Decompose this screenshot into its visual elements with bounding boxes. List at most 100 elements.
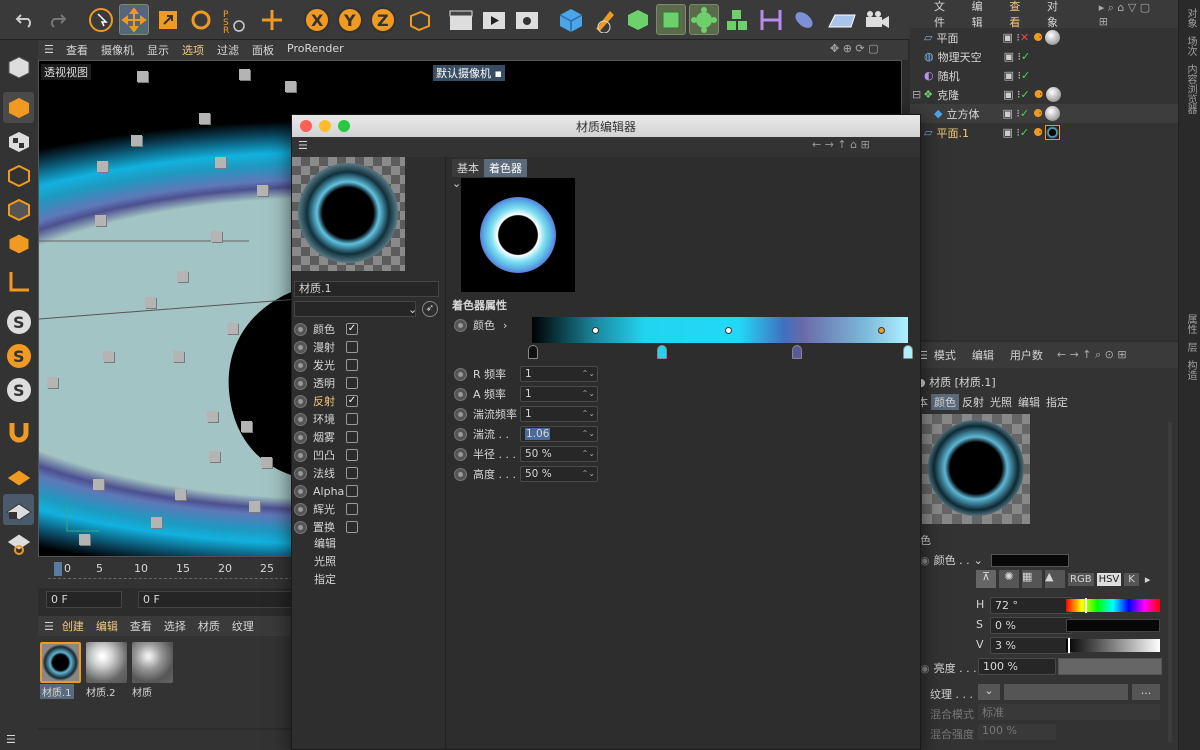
object-row-cloner[interactable]: ⊟ ❖ 克隆 ▣ ⁝✓ ⚈ — [910, 85, 1178, 104]
radio-icon[interactable]: ◉ — [920, 662, 930, 675]
radio-icon[interactable] — [294, 340, 307, 354]
channel-alpha[interactable]: Alpha — [292, 482, 447, 500]
blend-strength-field[interactable]: 100 % — [978, 724, 1056, 740]
channel-luminance[interactable]: 发光 — [292, 356, 447, 374]
hamburger-icon[interactable]: ☰ — [44, 620, 54, 633]
spinner-icon[interactable]: ⌃⌄ — [582, 367, 595, 381]
texture-mode-icon[interactable] — [3, 126, 34, 157]
object-row-cube[interactable]: ◆ 立方体 ▣ ⁝✓ ⚈ — [910, 104, 1178, 123]
channel-normal[interactable]: 法线 — [292, 464, 447, 482]
mograph-icon[interactable] — [689, 4, 719, 35]
gradient-knot[interactable] — [725, 327, 732, 334]
channel-diffusion[interactable]: 漫射 — [292, 338, 447, 356]
channel-checkbox[interactable] — [346, 431, 358, 443]
mm-menu-texture[interactable]: 纹理 — [232, 618, 254, 634]
workplane-icon[interactable] — [3, 460, 34, 491]
camera-icon[interactable] — [862, 4, 892, 35]
gradient-knot-selected[interactable] — [878, 327, 885, 334]
channel-assign[interactable]: 指定 — [314, 571, 336, 587]
zoom-icon[interactable] — [338, 120, 350, 132]
axis-mode-icon[interactable] — [3, 266, 34, 297]
material-tag[interactable] — [1044, 106, 1060, 121]
channel-checkbox[interactable] — [346, 521, 358, 533]
tab-attributes[interactable]: 属性 — [1183, 314, 1198, 334]
radio-icon[interactable] — [454, 387, 467, 401]
blend-mode-select[interactable]: 标准 — [978, 704, 1160, 720]
am-tab-editor[interactable]: 编辑 — [1015, 394, 1043, 410]
radio-icon[interactable]: ◉ — [920, 554, 930, 567]
visibility-icon[interactable]: ▣ ⁝✓ — [1002, 126, 1029, 139]
locked-workplane-icon[interactable] — [3, 494, 34, 525]
material-name-field[interactable]: 材质.1 — [294, 281, 439, 297]
texture-dropdown[interactable]: ⌄ — [978, 684, 1000, 700]
y-axis-icon[interactable]: Y — [335, 4, 365, 35]
value-slider[interactable] — [1066, 638, 1160, 653]
visibility-icon[interactable]: ▣ ⁝✓ — [1003, 88, 1030, 101]
param-field[interactable]: 1 ⌃⌄ — [520, 406, 598, 422]
render-view-icon[interactable] — [446, 4, 476, 35]
tab-takes[interactable]: 场次 — [1183, 36, 1198, 56]
channel-illumination[interactable]: 光照 — [314, 553, 336, 569]
select-tool-icon[interactable] — [86, 4, 116, 35]
gradient-stop-cyan[interactable] — [657, 345, 667, 359]
material-thumb-3[interactable] — [132, 642, 173, 683]
mode-rgb[interactable]: RGB — [1068, 572, 1094, 586]
pen-tool-icon[interactable] — [590, 4, 620, 35]
radio-icon[interactable] — [454, 318, 467, 332]
material-tag[interactable] — [1045, 87, 1061, 102]
channel-glow[interactable]: 辉光 — [292, 500, 447, 518]
menu-panel[interactable]: 面板 — [252, 42, 274, 58]
saturation-slider[interactable] — [1066, 619, 1160, 632]
hamburger-icon[interactable]: ☰ — [0, 730, 292, 750]
chevron-down-icon[interactable]: ⌄ — [408, 303, 417, 316]
tag-icon[interactable]: ⚈ — [1034, 88, 1044, 101]
mm-menu-edit[interactable]: 编辑 — [96, 618, 118, 634]
radio-icon[interactable] — [294, 376, 307, 390]
gradient-knot[interactable] — [592, 327, 599, 334]
radio-icon[interactable] — [294, 466, 307, 480]
visibility-icon[interactable]: ▣ ⁝✓ — [1004, 50, 1031, 63]
menu-camera[interactable]: 摄像机 — [101, 42, 134, 58]
radio-icon[interactable] — [454, 467, 467, 481]
hamburger-icon[interactable]: ☰ — [298, 139, 308, 152]
channel-checkbox[interactable]: ✓ — [346, 323, 358, 335]
menu-prorender[interactable]: ProRender — [287, 42, 344, 58]
visibility-icon[interactable]: ▣ ⁝✓ — [1002, 107, 1029, 120]
om-toolbar-icons[interactable]: ▸ ⌕ ⌂ ▽ ▢ ⊞ — [1099, 1, 1162, 28]
om-menu-view[interactable]: 查看 — [1009, 0, 1031, 30]
subdivision-surface-icon[interactable] — [623, 4, 653, 35]
effector-icon[interactable] — [789, 4, 819, 35]
hue-slider[interactable] — [1066, 598, 1160, 613]
material-tag[interactable] — [1044, 30, 1060, 45]
channel-checkbox[interactable] — [346, 467, 358, 479]
menu-display[interactable]: 显示 — [147, 42, 169, 58]
brightness-slider[interactable] — [1058, 658, 1162, 675]
move-tool-icon[interactable] — [119, 4, 149, 35]
radio-icon[interactable] — [294, 502, 307, 516]
z-axis-icon[interactable]: Z — [368, 4, 398, 35]
model-mode-icon[interactable] — [3, 92, 34, 123]
spectrum-icon[interactable]: ✺ — [999, 570, 1019, 588]
am-tab-reflectance[interactable]: 反射 — [959, 394, 987, 410]
gradient-stop-light[interactable] — [903, 345, 913, 359]
am-menu-mode[interactable]: 模式 — [934, 347, 956, 363]
spinner-icon[interactable]: ⌃⌄ — [582, 387, 595, 401]
undo-icon[interactable] — [10, 4, 40, 35]
channel-checkbox[interactable] — [346, 413, 358, 425]
visibility-icon[interactable]: ▣ ⁝✕ — [1002, 31, 1029, 44]
mode-kelvin[interactable]: K — [1124, 572, 1139, 586]
channel-checkbox[interactable] — [346, 359, 358, 371]
radio-icon[interactable] — [294, 484, 307, 498]
radio-icon[interactable] — [294, 430, 307, 444]
snap-settings-icon[interactable]: S — [3, 340, 34, 371]
chevron-down-icon[interactable]: ⌄ — [452, 177, 461, 190]
am-tab-assign[interactable]: 指定 — [1043, 394, 1071, 410]
tag-icon[interactable]: ⚈ — [1033, 107, 1043, 120]
scale-tool-icon[interactable] — [153, 4, 183, 35]
spinner-icon[interactable]: ⌃⌄ — [582, 427, 595, 441]
render-settings-icon[interactable] — [512, 4, 542, 35]
radio-icon[interactable] — [294, 322, 307, 336]
am-tab-color[interactable]: 颜色 — [931, 394, 959, 410]
radio-icon[interactable] — [454, 367, 467, 381]
add-tool-icon[interactable] — [257, 4, 287, 35]
